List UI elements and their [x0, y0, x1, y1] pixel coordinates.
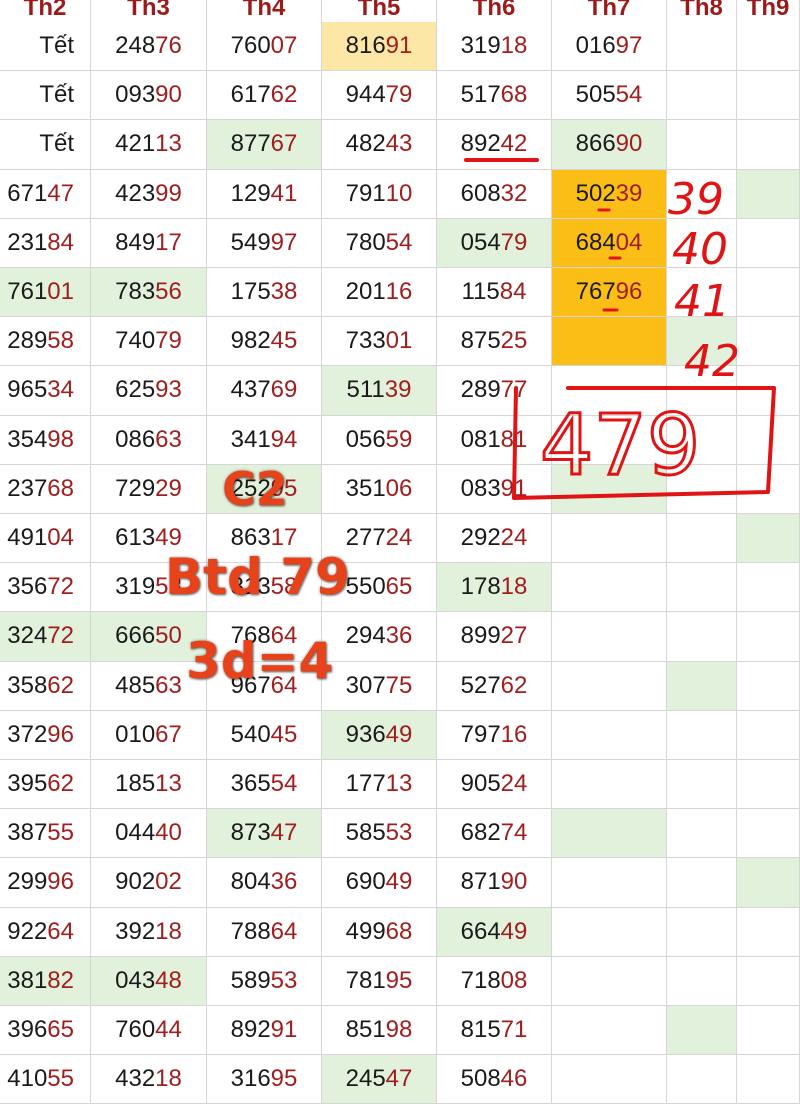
boxed-number: 479 — [540, 396, 700, 494]
count-label: 42 — [684, 336, 740, 387]
count-label: 40 — [672, 224, 728, 275]
overlay-text-c2: C2 — [222, 462, 288, 516]
handwriting-overlay: 39 40 41 42 479 — [464, 158, 776, 500]
overlay-text-btd: Btd 79 — [165, 548, 350, 606]
count-label: 41 — [674, 276, 730, 327]
overlay-text-3d: 3d=4 — [186, 632, 334, 690]
count-label: 39 — [668, 174, 724, 225]
